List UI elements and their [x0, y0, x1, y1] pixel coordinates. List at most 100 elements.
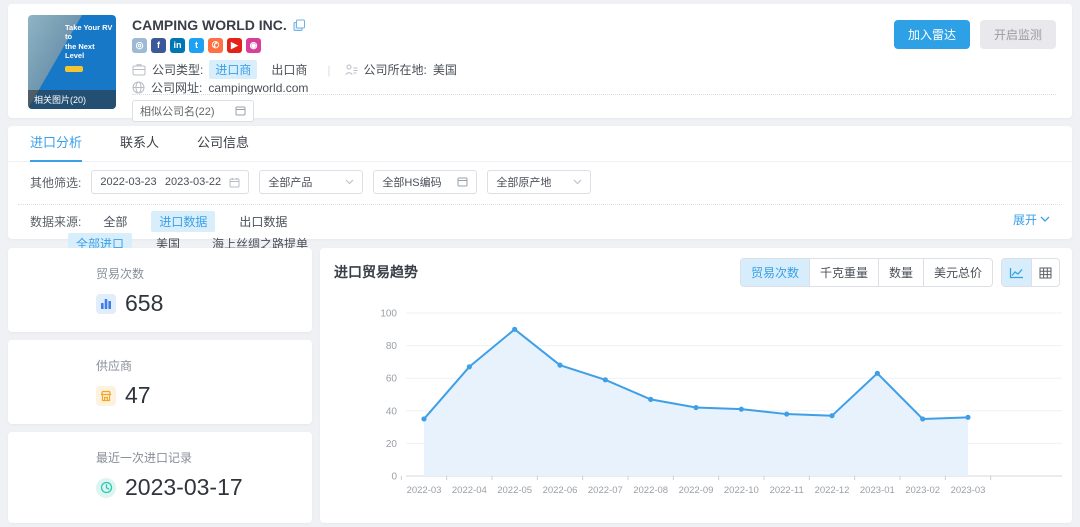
similar-company-select[interactable]: 相似公司名(22): [132, 100, 254, 122]
location-icon: [345, 64, 358, 76]
tab-进口分析[interactable]: 进口分析: [30, 126, 82, 162]
stat-label: 贸易次数: [96, 265, 312, 282]
table-view-button[interactable]: [1031, 259, 1059, 286]
date-start: 2022-03-23: [100, 176, 156, 188]
svg-text:2022-07: 2022-07: [588, 485, 623, 496]
expand-link[interactable]: 展开: [1013, 211, 1050, 228]
company-type-tags: 进口商出口商: [209, 60, 313, 79]
product-select-value: 全部产品: [268, 174, 312, 190]
metric-button-数量[interactable]: 数量: [878, 259, 923, 286]
stat-value: 2023-03-17: [125, 474, 243, 501]
thumbnail-banner-line1: Take Your RV to: [65, 23, 113, 42]
svg-text:2022-12: 2022-12: [815, 485, 850, 496]
svg-text:2022-08: 2022-08: [633, 485, 668, 496]
company-name-row: CAMPING WORLD INC.: [132, 17, 306, 33]
dotted-divider: [132, 94, 1056, 95]
blog-icon[interactable]: ◎: [132, 38, 147, 53]
import-trend-card: 进口贸易趋势 贸易次数千克重量数量美元总价 0204060801002: [320, 248, 1072, 523]
divider: |: [327, 63, 330, 77]
linkedin-icon[interactable]: in: [170, 38, 185, 53]
metric-button-千克重量[interactable]: 千克重量: [809, 259, 878, 286]
thumbnail-banner-pill: [65, 66, 83, 72]
expand-label: 展开: [1013, 211, 1037, 228]
date-range-picker[interactable]: 2022-03-23 2023-03-22: [91, 170, 249, 194]
datasource-label: 数据来源:: [30, 213, 81, 230]
svg-text:20: 20: [386, 439, 398, 450]
twitter-icon[interactable]: t: [189, 38, 204, 53]
instagram-icon[interactable]: ◉: [246, 38, 261, 53]
panel-icon: [235, 106, 246, 116]
company-name: CAMPING WORLD INC.: [132, 17, 287, 33]
company-type-icon: [132, 64, 146, 76]
tab-联系人[interactable]: 联系人: [120, 126, 159, 162]
tab-公司信息[interactable]: 公司信息: [197, 126, 249, 162]
company-type-tag: 出口商: [265, 60, 313, 79]
chevron-down-icon: [1040, 216, 1050, 223]
datasource-chip[interactable]: 全部: [95, 211, 135, 232]
svg-text:2022-09: 2022-09: [679, 485, 714, 496]
svg-text:2022-06: 2022-06: [543, 485, 578, 496]
related-images-caption: 相关图片(20): [28, 90, 116, 109]
datasource-row-1: 数据来源: 全部进口数据出口数据: [30, 211, 311, 232]
metric-toggle-group: 贸易次数千克重量数量美元总价: [740, 258, 993, 287]
dotted-divider: [18, 204, 1062, 205]
company-type-label: 公司类型:: [152, 61, 203, 78]
line-chart-view-button[interactable]: [1002, 259, 1031, 286]
origin-select[interactable]: 全部原产地: [487, 170, 591, 194]
youtube-icon[interactable]: ▶: [227, 38, 242, 53]
datasource-chip[interactable]: 进口数据: [151, 211, 215, 232]
datasource-chip[interactable]: 出口数据: [231, 211, 295, 232]
svg-text:80: 80: [386, 341, 398, 352]
stat-value: 47: [125, 382, 151, 409]
stat-card-trade-count: 贸易次数 658: [8, 248, 312, 332]
location-value: 美国: [433, 61, 457, 78]
chart-title: 进口贸易趋势: [334, 262, 418, 282]
panel-icon: [457, 177, 468, 187]
thumbnail-banner-line2: the Next Level: [65, 42, 113, 61]
svg-text:0: 0: [391, 472, 397, 483]
start-monitor-button[interactable]: 开启监测: [980, 20, 1056, 49]
analysis-panel-card: 进口分析联系人公司信息 其他筛选: 2022-03-23 2023-03-22 …: [8, 126, 1072, 239]
globe-icon: [132, 81, 145, 94]
trend-line-chart: 0204060801002022-032022-042022-052022-06…: [320, 290, 1072, 512]
svg-text:2022-11: 2022-11: [770, 485, 804, 496]
stat-label: 供应商: [96, 357, 312, 374]
svg-text:2023-01: 2023-01: [860, 485, 895, 496]
hs-code-select-value: 全部HS编码: [382, 174, 441, 190]
metric-button-美元总价[interactable]: 美元总价: [923, 259, 992, 286]
company-thumbnail[interactable]: Take Your RV to the Next Level 相关图片(20): [28, 15, 116, 109]
chevron-down-icon: [345, 179, 354, 185]
svg-text:100: 100: [380, 309, 397, 320]
svg-text:2022-03: 2022-03: [407, 485, 442, 496]
stat-card-suppliers: 供应商 47: [8, 340, 312, 424]
company-type-tag: 进口商: [209, 60, 257, 79]
company-info-row: 公司类型: 进口商出口商 | 公司所在地: 美国: [132, 60, 457, 79]
phone-icon[interactable]: ✆: [208, 38, 223, 53]
bar-chart-icon: [96, 294, 116, 314]
add-radar-button[interactable]: 加入雷达: [894, 20, 970, 49]
svg-text:2022-10: 2022-10: [724, 485, 759, 496]
other-filters-label: 其他筛选:: [30, 174, 81, 191]
chart-controls: 贸易次数千克重量数量美元总价: [740, 258, 1060, 287]
origin-select-value: 全部原产地: [496, 174, 551, 190]
svg-text:40: 40: [386, 406, 398, 417]
facebook-icon[interactable]: f: [151, 38, 166, 53]
copy-icon[interactable]: [293, 19, 306, 32]
calendar-icon: [229, 177, 240, 188]
location-label: 公司所在地:: [364, 61, 427, 78]
date-end: 2023-03-22: [165, 176, 221, 188]
tabs-row: 进口分析 联系人 公司信息: [8, 126, 1072, 162]
hs-code-select[interactable]: 全部HS编码: [373, 170, 477, 194]
company-header-card: Take Your RV to the Next Level 相关图片(20) …: [8, 4, 1072, 118]
thumbnail-banner: Take Your RV to the Next Level: [65, 23, 113, 72]
similar-company-select-label: 相似公司名(22): [140, 103, 215, 119]
view-toggle-group: [1001, 258, 1060, 287]
svg-text:60: 60: [386, 374, 398, 385]
stat-card-last-import: 最近一次进口记录 2023-03-17: [8, 432, 312, 523]
shop-icon: [96, 386, 116, 406]
header-actions: 加入雷达 开启监测: [894, 20, 1056, 49]
line-chart-icon: [1009, 267, 1024, 279]
metric-button-贸易次数[interactable]: 贸易次数: [741, 259, 809, 286]
product-select[interactable]: 全部产品: [259, 170, 363, 194]
social-icons-row: ◎ fint ✆ ▶ ◉: [132, 38, 261, 53]
